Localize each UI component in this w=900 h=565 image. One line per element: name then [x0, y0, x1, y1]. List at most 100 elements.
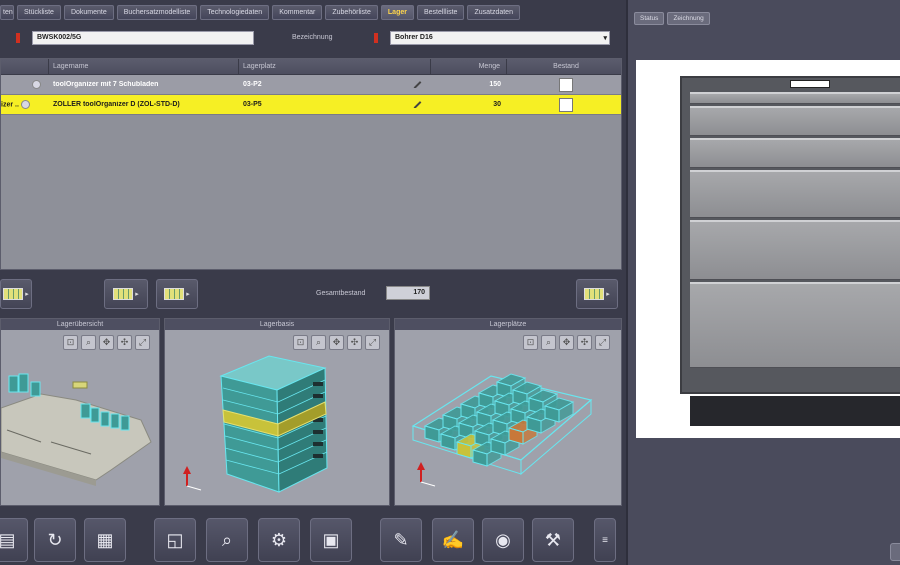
panel-lageruebersicht: Lagerübersicht ⊡ ⌕ ✥ ✣ ⤢	[0, 318, 160, 506]
camera-button[interactable]: ◉	[482, 518, 524, 562]
table-header: Lagername Lagerplatz Menge Bestand	[1, 59, 621, 75]
scroll-button[interactable]	[890, 543, 900, 561]
grid-icon	[3, 288, 24, 300]
panel-title: Lagerplätze	[395, 319, 621, 330]
edit-icon[interactable]	[413, 101, 422, 108]
tab-kommentar[interactable]: Kommentar	[272, 5, 323, 20]
tab-dokumente[interactable]: Dokumente	[63, 5, 114, 20]
refresh-icon: ↻	[47, 529, 63, 550]
col-lagerplatz[interactable]: Lagerplatz	[239, 59, 431, 74]
tab-zeichnung[interactable]: Zeichnung	[667, 12, 710, 25]
tab-stueckliste[interactable]: Stückliste	[17, 5, 61, 20]
storage-toolbar: ▸ ▸ ▸ Gesamtbestand 170 ▸	[0, 276, 622, 312]
drawer	[690, 220, 900, 280]
drawer	[690, 170, 900, 218]
tab-lager[interactable]: Lager	[380, 5, 414, 20]
table-row-selected[interactable]: izer .. ZOLLER toolOrganizer D (ZOL-STD-…	[1, 95, 621, 115]
designation-value: Bohrer D16	[395, 34, 433, 41]
preview-tabs: Status Zeichnung	[634, 12, 710, 25]
settings-icon: ▣	[322, 529, 340, 550]
row-name-prefix: izer ..	[1, 101, 19, 109]
layout-button-2[interactable]: ▸	[156, 279, 198, 309]
tab-technologiedaten[interactable]: Technologiedaten	[200, 5, 270, 20]
document-list-button[interactable]: ▤	[0, 518, 28, 562]
tab-bar: ten Stückliste Dokumente Buchersatzmodel…	[0, 5, 626, 22]
search-icon: ⌕	[221, 529, 233, 550]
refresh-button[interactable]: ↻	[34, 518, 76, 562]
structure-icon: ▦	[96, 529, 114, 550]
row-lagerplatz: 03-P2	[243, 81, 262, 88]
panel-title: Lagerübersicht	[1, 319, 159, 330]
tab-bestellliste[interactable]: Bestellliste	[416, 5, 465, 20]
search-button[interactable]: ⌕	[206, 518, 248, 562]
drawing-preview	[636, 60, 900, 438]
row-lagername: ZOLLER toolOrganizer D (ZOL-STD-D)	[53, 101, 180, 108]
cabinet-image	[680, 76, 900, 394]
tab-0[interactable]: ten	[0, 5, 14, 20]
drawer	[690, 138, 900, 168]
document-list-icon: ▤	[0, 529, 16, 550]
col-lagername[interactable]: Lagername	[49, 59, 239, 74]
id-field[interactable]: BWSK002/5G	[32, 31, 254, 45]
page-button[interactable]: ≡	[594, 518, 616, 562]
storage-base-3d[interactable]	[165, 330, 391, 506]
header-fields: BWSK002/5G Bezeichnung Bohrer D16 ▾	[0, 28, 626, 50]
grid-icon	[584, 288, 605, 300]
tab-buchersatzmodelliste[interactable]: Buchersatzmodelliste	[116, 5, 198, 20]
required-marker	[16, 33, 20, 43]
tool-button[interactable]: ⚒	[532, 518, 574, 562]
storage-icon	[32, 80, 41, 89]
machine-button[interactable]: ⚙	[258, 518, 300, 562]
table-row[interactable]: toolOrganizer mit 7 Schubladen 03-P2 150	[1, 75, 621, 95]
storage-places-3d[interactable]	[395, 330, 623, 506]
cabinet-label	[790, 80, 830, 88]
grid-view-button[interactable]: ▸	[0, 279, 32, 309]
grid-icon	[113, 288, 134, 300]
preview-pane: Status Zeichnung	[626, 0, 900, 565]
settings-button[interactable]: ▣	[310, 518, 352, 562]
note-button[interactable]: ✍	[432, 518, 474, 562]
axis-icon	[417, 462, 436, 487]
chevron-down-icon: ▾	[603, 35, 607, 42]
bestand-checkbox[interactable]	[559, 97, 573, 112]
cabinet-plinth	[690, 396, 900, 426]
caret-icon: ▸	[606, 291, 610, 298]
caret-icon: ▸	[25, 291, 29, 298]
page-icon: ≡	[602, 534, 608, 546]
structure-button[interactable]: ▦	[84, 518, 126, 562]
drawer	[690, 106, 900, 136]
col-menge[interactable]: Menge	[431, 59, 507, 74]
designation-select[interactable]: Bohrer D16 ▾	[390, 31, 610, 45]
grid-icon	[164, 288, 185, 300]
edit-button[interactable]: ✎	[380, 518, 422, 562]
caret-icon: ▸	[135, 291, 139, 298]
measure-button[interactable]: ◱	[154, 518, 196, 562]
layout-button-1[interactable]: ▸	[104, 279, 148, 309]
tab-zusatzdaten[interactable]: Zusatzdaten	[467, 5, 520, 20]
storage-table: Lagername Lagerplatz Menge Bestand toolO…	[0, 58, 622, 270]
bestand-checkbox[interactable]	[559, 77, 573, 92]
row-lagerplatz: 03-P5	[243, 101, 262, 108]
tab-zubehoerliste[interactable]: Zubehörliste	[325, 5, 378, 20]
panel-lagerplaetze: Lagerplätze ⊡ ⌕ ✥ ✣ ⤢	[394, 318, 622, 506]
caret-icon: ▸	[186, 291, 190, 298]
designation-label: Bezeichnung	[292, 34, 333, 41]
axis-icon	[183, 466, 202, 491]
drawer	[690, 92, 900, 104]
layout-button-3[interactable]: ▸	[576, 279, 618, 309]
panel-lagerbasis: Lagerbasis ⊡ ⌕ ✥ ✣ ⤢	[164, 318, 390, 506]
col-bestand[interactable]: Bestand	[507, 59, 621, 74]
panel-title: Lagerbasis	[165, 319, 389, 330]
required-marker-2	[374, 33, 378, 43]
storage-icon	[20, 100, 30, 109]
row-menge: 150	[489, 81, 501, 88]
camera-icon: ◉	[495, 529, 511, 550]
machine-icon: ⚙	[270, 529, 288, 550]
bottom-toolbar: ▤ ↻ ▦ ◱ ⌕ ⚙ ▣ ✎ ✍ ◉ ⚒ ≡	[0, 512, 626, 565]
tab-status[interactable]: Status	[634, 12, 665, 25]
warehouse-overview-3d[interactable]	[1, 330, 161, 506]
total-value: 170	[386, 286, 430, 300]
row-lagername: toolOrganizer mit 7 Schubladen	[53, 81, 159, 88]
measure-icon: ◱	[166, 529, 184, 550]
edit-icon[interactable]	[413, 81, 422, 88]
